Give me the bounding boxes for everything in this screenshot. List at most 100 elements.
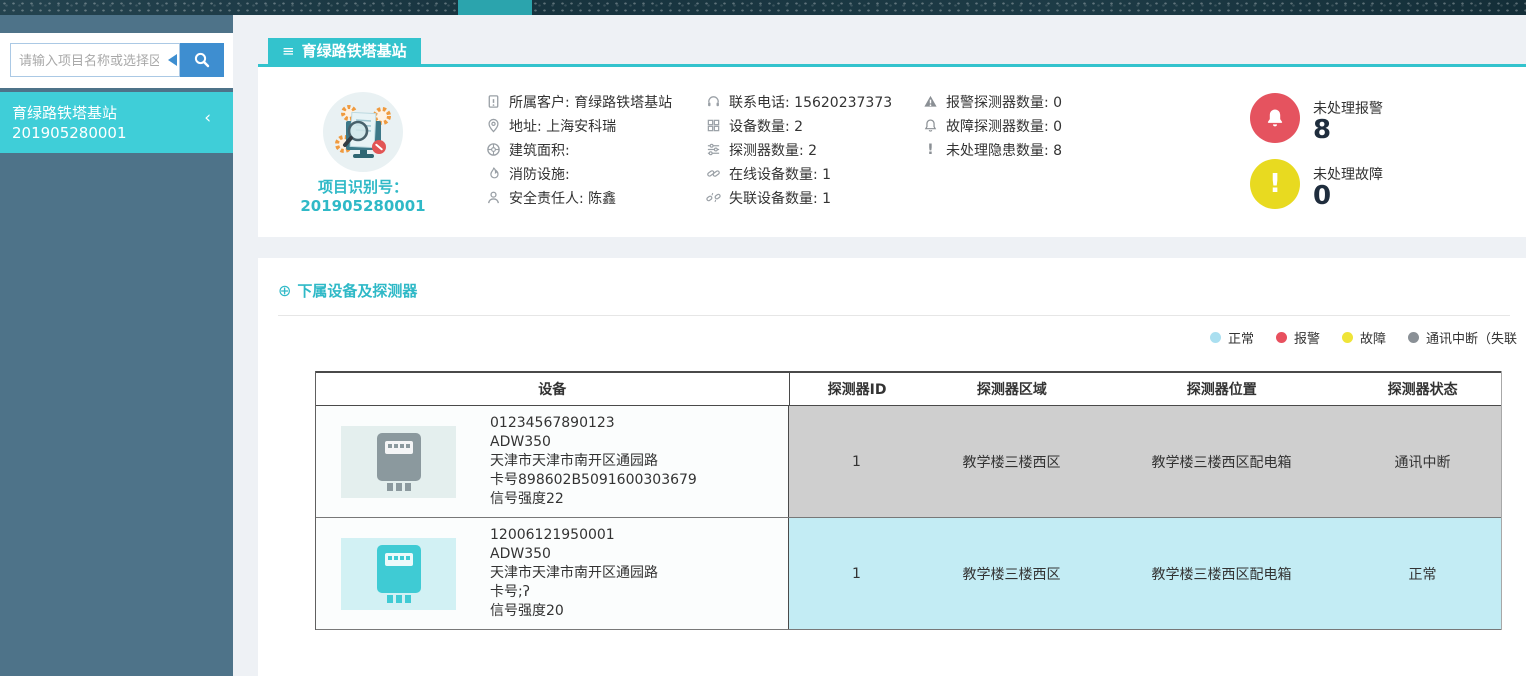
collapse-arrow-icon[interactable] [168,54,177,66]
top-banner-accent [458,0,532,15]
info-column-1: 所属客户: 育绿路铁塔基站 地址: 上海安科瑞 建筑面积: 消防设施: 安全责任… [486,93,673,207]
legend-label: 通讯中断（失联 [1426,332,1518,347]
device-signal: 信号强度22 [490,491,564,507]
devices-card: ⊕ 下属设备及探测器 正常 报警 故障 通讯中断（失联 设备 探测器ID 探测器… [258,258,1526,676]
device-cell: 01234567890123 ADW350 天津市天津市南开区通园路 卡号898… [316,406,789,517]
legend-item-offline: 通讯中断（失联 [1408,328,1517,347]
detector-cells: 1 教学楼三楼西区 教学楼三楼西区配电箱 通讯中断 [789,406,1501,517]
info-fire-facility-text: 消防设施: [509,166,570,183]
info-phone: 联系电话: 15620237373 [706,93,893,111]
project-id-label: 项目识别号： [317,178,408,196]
table-row[interactable]: 12006121950001 ADW350 天津市天津市南开区通园路 卡号;ʔ … [316,518,1501,630]
area-wheel-icon [487,143,500,156]
project-id-value: 201905280001 [300,197,426,215]
legend-item-alarm: 报警 [1276,328,1320,347]
headset-icon [708,96,719,107]
alarm-dot-icon [1276,332,1288,343]
broken-link-icon [706,192,721,203]
fire-icon [490,167,499,179]
location-pin-icon [488,118,499,133]
devices-table: 设备 探测器ID 探测器区域 探测器位置 探测器状态 0123456789012… [315,371,1502,630]
info-safety-person-text: 安全责任人: 陈鑫 [509,190,617,207]
detector-id: 1 [852,565,861,582]
project-avatar [323,92,403,172]
device-card-no: 卡号;ʔ [490,584,530,600]
device-thumb [341,537,456,610]
info-fire-facility: 消防设施: [486,165,672,183]
sidebar-project-code: 201905280001 [12,124,127,142]
bell-outline-icon [924,119,937,132]
device-info: 12006121950001 ADW350 天津市天津市南开区通园路 卡号;ʔ … [490,526,658,621]
section-divider [278,315,1510,316]
menu-icon: ≡ [282,42,295,60]
info-column-2: 联系电话: 15620237373 设备数量: 2 探测器数量: 2 在线设备数… [706,93,893,207]
section-title-text: 下属设备及探测器 [297,282,418,300]
project-id-block: 项目识别号： 201905280001 [273,178,453,216]
info-alarm-detector-count: 报警探测器数量: 0 [923,93,1063,111]
project-tab[interactable]: ≡ 育绿路铁塔基站 [268,38,421,64]
normal-dot-icon [1210,332,1221,343]
search-input[interactable] [10,43,180,77]
device-serial: 01234567890123 [490,415,615,431]
circle-plus-icon: ⊕ [278,281,292,300]
fault-dot-icon [1342,332,1354,343]
detector-location: 教学楼三楼西区配电箱 [1151,566,1292,583]
detector-cells: 1 教学楼三楼西区 教学楼三楼西区配电箱 正常 [789,518,1501,629]
info-alarm-detector-text: 报警探测器数量: 0 [946,94,1063,111]
detector-status: 通讯中断 [1394,454,1451,471]
project-info-card: 项目识别号： 201905280001 所属客户: 育绿路铁塔基站 地址: 上海… [258,67,1526,237]
sidebar-item-project[interactable]: 育绿路铁塔基站 201905280001 ‹ [0,92,233,153]
info-hidden-danger-text: 未处理隐患数量: 8 [946,142,1063,159]
device-serial: 12006121950001 [490,527,615,543]
exclamation-icon: ! [1269,169,1281,199]
exclamation-icon: ! [927,141,934,158]
detector-location: 教学楼三楼西区配电箱 [1151,454,1292,471]
header-detector-location: 探测器位置 [1186,382,1257,398]
legend-label: 故障 [1360,332,1387,347]
info-online-count: 在线设备数量: 1 [706,165,892,183]
info-device-count-text: 设备数量: 2 [729,118,804,135]
device-model: ADW350 [490,434,551,450]
info-customer-text: 所属客户: 育绿路铁塔基站 [509,94,673,111]
info-address-text: 地址: 上海安科瑞 [509,118,617,135]
info-offline-count: 失联设备数量: 1 [706,189,892,207]
device-model: ADW350 [490,546,551,562]
header-detector-area: 探测器区域 [976,382,1047,398]
info-device-count: 设备数量: 2 [706,117,892,135]
legend-label: 报警 [1294,332,1321,347]
device-card-no: 卡号898602B5091600303679 [490,472,697,488]
header-detector-status: 探测器状态 [1387,382,1458,398]
table-row[interactable]: 01234567890123 ADW350 天津市天津市南开区通园路 卡号898… [316,406,1501,518]
page-title: 育绿路铁塔基站 [301,42,407,60]
info-building-area: 建筑面积: [486,141,672,159]
project-illustration-icon [335,105,391,158]
id-card-icon [488,95,499,108]
legend-item-fault: 故障 [1342,328,1386,347]
header-detector-id: 探测器ID [827,382,887,398]
info-phone-text: 联系电话: 15620237373 [729,94,893,111]
legend-label: 正常 [1228,332,1255,347]
search-button[interactable] [180,43,224,77]
top-banner [0,0,1526,15]
sidebar-search-band [0,33,233,88]
unhandled-alarm-count: 8 [1313,115,1332,145]
info-hidden-danger-count: ! 未处理隐患数量: 8 [923,141,1063,159]
unhandled-fault-badge: ! [1250,159,1300,209]
header-device: 设备 [316,373,790,405]
offline-dot-icon [1408,332,1420,343]
detector-status: 正常 [1408,566,1437,583]
info-address: 地址: 上海安科瑞 [486,117,672,135]
device-signal: 信号强度20 [490,603,564,619]
device-cell: 12006121950001 ADW350 天津市天津市南开区通园路 卡号;ʔ … [316,518,789,629]
info-detector-count: 探测器数量: 2 [706,141,892,159]
legend-item-normal: 正常 [1210,328,1254,347]
info-building-area-text: 建筑面积: [509,142,570,159]
chevron-left-icon[interactable]: ‹ [204,108,211,128]
main-content: ≡ 育绿路铁塔基站 项目识别号： 201905280001 所属客户: 育绿路铁… [233,15,1526,676]
device-info: 01234567890123 ADW350 天津市天津市南开区通园路 卡号898… [490,414,697,509]
table-header-row: 设备 探测器ID 探测器区域 探测器位置 探测器状态 [316,371,1501,406]
bell-icon [1267,109,1283,127]
section-title: ⊕ 下属设备及探测器 [278,280,417,301]
detector-area: 教学楼三楼西区 [962,566,1061,583]
unhandled-alarm-badge [1250,93,1300,143]
